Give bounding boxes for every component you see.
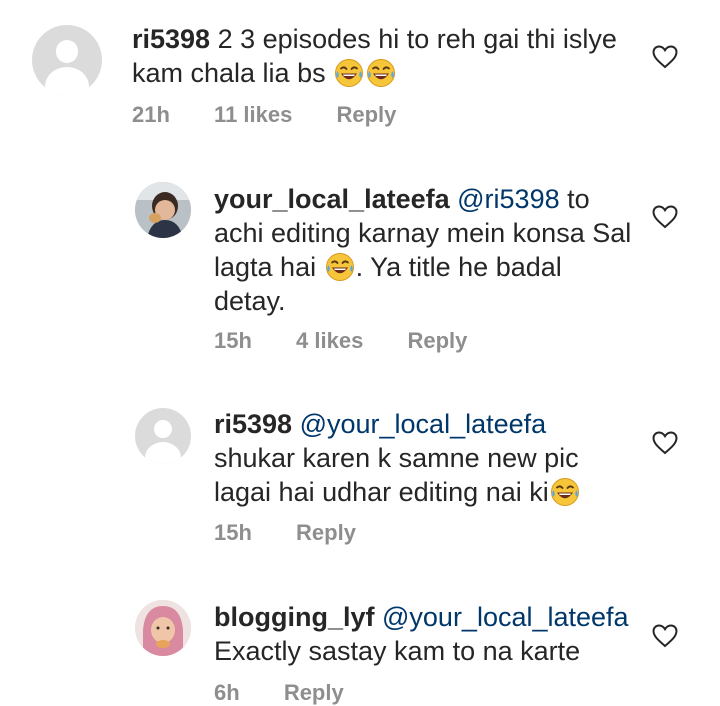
reply-button[interactable]: Reply — [336, 102, 396, 127]
comment-likes[interactable]: 11 likes — [214, 102, 292, 127]
comment-timestamp: 15h — [214, 328, 252, 353]
comment-meta: 15h 4 likes Reply — [214, 328, 505, 354]
profile-photo-avatar[interactable] — [135, 182, 191, 238]
comment-text: blogging_lyf @your_local_lateefa Exactly… — [214, 600, 654, 668]
heart-icon[interactable] — [652, 431, 678, 455]
comment-item: your_local_lateefa @ri5398 to achi editi… — [0, 170, 720, 370]
comment-timestamp: 21h — [132, 102, 170, 127]
comment-meta: 15h Reply — [214, 520, 394, 546]
comment-item: ri5398 2 3 episodes hi to reh gai thi is… — [0, 0, 720, 150]
comment-body: Exactly sastay kam to na karte — [214, 636, 581, 666]
reply-button[interactable]: Reply — [296, 520, 356, 545]
comment-text: your_local_lateefa @ri5398 to achi editi… — [214, 182, 634, 318]
heart-icon[interactable] — [652, 624, 678, 648]
comment-username[interactable]: blogging_lyf — [214, 602, 374, 632]
profile-photo-avatar[interactable] — [135, 600, 191, 656]
comment-meta: 21h 11 likes Reply — [132, 102, 434, 128]
reply-button[interactable]: Reply — [407, 328, 467, 353]
mention-link[interactable]: @your_local_lateefa — [300, 409, 547, 439]
default-avatar[interactable] — [135, 408, 191, 464]
heart-icon[interactable] — [652, 205, 678, 229]
heart-icon[interactable] — [652, 45, 678, 69]
comment-username[interactable]: your_local_lateefa — [214, 184, 450, 214]
laugh-emoji-icon — [550, 477, 580, 507]
comment-text: ri5398 2 3 episodes hi to reh gai thi is… — [132, 22, 652, 90]
comment-item: ri5398 @your_local_lateefa shukar karen … — [0, 395, 720, 555]
comment-timestamp: 15h — [214, 520, 252, 545]
comment-text: ri5398 @your_local_lateefa shukar karen … — [214, 407, 634, 509]
comment-body: shukar karen k samne new pic lagai hai u… — [214, 443, 579, 507]
profile-photo — [135, 182, 191, 238]
comment-username[interactable]: ri5398 — [132, 24, 210, 54]
mention-link[interactable]: @your_local_lateefa — [382, 602, 629, 632]
reply-button[interactable]: Reply — [284, 680, 344, 705]
mention-link[interactable]: @ri5398 — [457, 184, 559, 214]
comment-meta: 6h Reply — [214, 680, 382, 706]
comment-username[interactable]: ri5398 — [214, 409, 292, 439]
comment-likes[interactable]: 4 likes — [296, 328, 363, 353]
laugh-emoji-icon — [333, 58, 397, 88]
comment-item: blogging_lyf @your_local_lateefa Exactly… — [0, 588, 720, 706]
laugh-emoji-icon — [325, 252, 355, 282]
comment-timestamp: 6h — [214, 680, 240, 705]
profile-photo — [135, 600, 191, 656]
default-avatar[interactable] — [32, 25, 102, 95]
